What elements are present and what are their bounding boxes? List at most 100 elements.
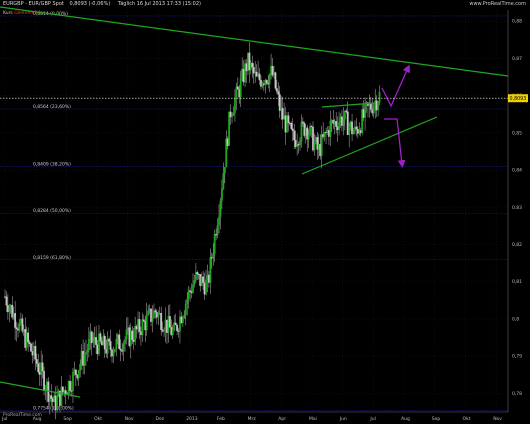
- candle-body: [92, 340, 95, 344]
- y-tick-label: 0,81: [512, 279, 522, 285]
- x-tick-label: Jul: [369, 416, 375, 422]
- candle-body: [18, 322, 21, 331]
- candle-body: [355, 126, 358, 130]
- candle-body: [186, 298, 189, 305]
- y-tick-label: 0,88: [512, 19, 522, 25]
- candle-body: [125, 329, 128, 340]
- candle-body: [219, 200, 222, 218]
- candle-body: [377, 102, 379, 111]
- candle-body: [275, 88, 278, 92]
- candle-body: [222, 173, 225, 189]
- chart-header: EURGBP - EUR/GBP Spot 0,8093 (-0,06%) Tä…: [3, 1, 201, 7]
- candle-body: [131, 330, 134, 340]
- fib-label: 0,8284 (50,00%): [33, 208, 71, 214]
- candle-body: [5, 296, 8, 306]
- candle-body: [87, 338, 90, 351]
- candle-body: [77, 370, 80, 379]
- candle-body: [50, 395, 53, 399]
- quote: 0,8093 (-0,06%): [69, 1, 111, 7]
- candle-body: [218, 216, 220, 226]
- price-chart[interactable]: 0,8814 (0,00%)0,8564 (23,60%)0,8409 (38,…: [0, 0, 530, 424]
- candle-body: [291, 128, 294, 131]
- candle-body: [236, 86, 239, 90]
- y-tick-label: 0,87: [512, 56, 522, 62]
- candle-body: [338, 122, 340, 131]
- candle-body: [258, 73, 261, 81]
- candle-body: [69, 381, 71, 391]
- candle-body: [193, 280, 196, 285]
- candle-body: [30, 343, 32, 352]
- candle-body: [64, 390, 67, 395]
- candle-body: [35, 359, 38, 364]
- candle-body: [85, 352, 87, 355]
- candle-body: [56, 396, 58, 411]
- candle-body: [364, 103, 366, 118]
- legend-indicator: Gleitend 14: [14, 11, 41, 16]
- candle-body: [15, 327, 18, 330]
- x-tick-label: Jun: [339, 416, 347, 422]
- x-tick-label: Nov: [125, 416, 134, 422]
- candle-body: [37, 363, 40, 373]
- y-tick-label: 0,79: [512, 354, 522, 360]
- candle-body: [174, 322, 177, 326]
- candle-body: [329, 120, 332, 137]
- candle-body: [223, 167, 226, 174]
- last-price-label: 0,8093: [510, 96, 527, 102]
- x-tick-label: Okt: [463, 416, 471, 422]
- candle-body: [176, 324, 178, 331]
- x-tick-label: Sep: [432, 416, 441, 422]
- candle-body: [310, 125, 313, 128]
- candle-body: [212, 253, 215, 259]
- candle-body: [348, 126, 351, 135]
- instrument-name: EUR/GBP Spot: [28, 1, 64, 7]
- candle-body: [83, 354, 86, 366]
- watermark-bottom: ProRealTime.com: [3, 413, 42, 418]
- candle-body: [309, 125, 312, 135]
- candle-body: [34, 345, 37, 360]
- y-tick-label: 0,83: [512, 205, 522, 211]
- x-tick-label: Mrz: [248, 416, 257, 422]
- candle-body: [138, 319, 141, 332]
- candle-body: [205, 279, 207, 295]
- candle-body: [118, 334, 121, 350]
- candle-body: [287, 115, 290, 124]
- candle-body: [183, 314, 186, 318]
- candle-body: [277, 91, 280, 95]
- candle: [274, 71, 277, 91]
- candle-body: [41, 362, 44, 372]
- candle-body: [268, 74, 271, 85]
- candle-body: [145, 314, 148, 331]
- candle-body: [299, 140, 301, 146]
- candle-body: [187, 290, 190, 300]
- candle-body: [369, 103, 372, 110]
- x-tick-label: Mai: [309, 416, 317, 422]
- candle-body: [343, 110, 346, 120]
- candle-body: [109, 341, 112, 350]
- x-tick-label: Nov: [493, 416, 502, 422]
- x-tick-label: Dez: [156, 416, 165, 422]
- y-tick-label: 0,78: [512, 391, 522, 397]
- candle-body: [147, 310, 150, 315]
- fib-label: 0,8409 (38,20%): [33, 162, 71, 168]
- candle-body: [239, 78, 242, 98]
- x-tick-label: 2013: [186, 416, 198, 422]
- y-tick-label: 0,8: [512, 316, 519, 322]
- candle-body: [378, 92, 381, 104]
- candle-body: [293, 130, 296, 141]
- y-tick-label: 0,82: [512, 242, 522, 248]
- candle-body: [163, 331, 165, 333]
- candle-body: [251, 62, 254, 68]
- candle-body: [115, 339, 118, 350]
- candle-body: [103, 335, 106, 350]
- candle-body: [168, 316, 171, 328]
- candle-body: [274, 72, 277, 89]
- candle-body: [157, 313, 160, 318]
- candle-body: [290, 122, 293, 129]
- candle-body: [372, 105, 375, 114]
- candle-body: [300, 121, 303, 142]
- fib-label: 0,8564 (23,60%): [33, 104, 71, 110]
- candle-body: [8, 307, 11, 313]
- candle-body: [124, 339, 126, 344]
- candle-body: [345, 110, 348, 112]
- candle-body: [74, 369, 77, 376]
